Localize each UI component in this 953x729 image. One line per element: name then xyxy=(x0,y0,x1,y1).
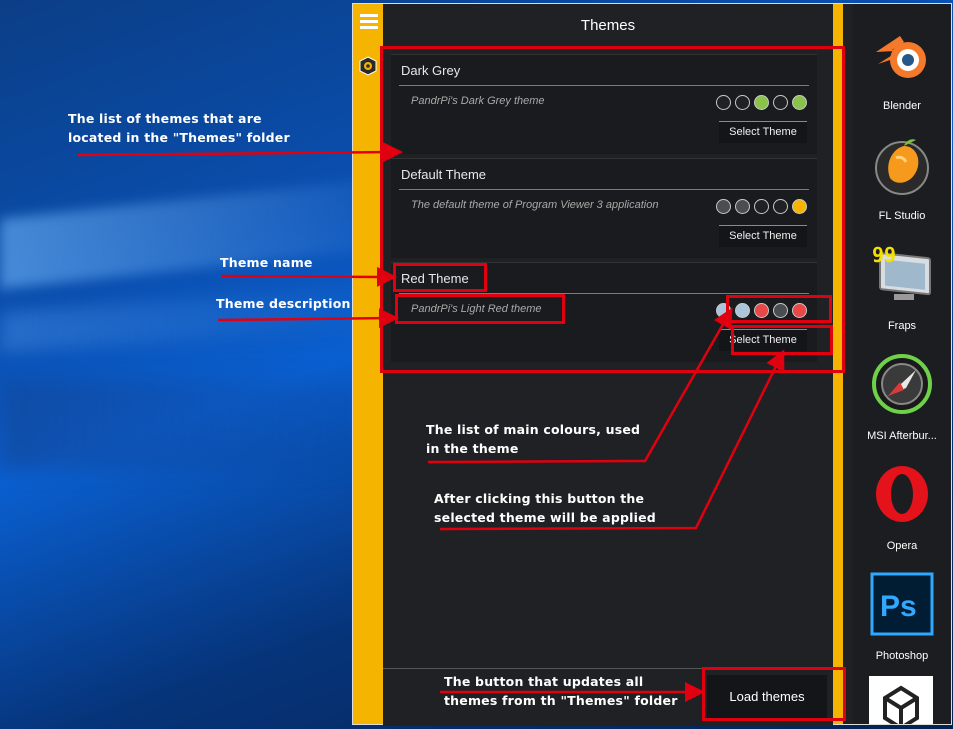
hamburger-menu-icon[interactable] xyxy=(360,14,378,30)
program-viewer-window: Themes Dark Grey PandrPi's Dark Grey the… xyxy=(352,3,952,726)
photoshop-logo-text: Ps xyxy=(880,590,917,623)
annotation-select-button: After clicking this button the selected … xyxy=(434,491,656,525)
page-title: Themes xyxy=(580,17,636,34)
select-theme-button[interactable]: Select Theme xyxy=(719,225,807,247)
blender-icon xyxy=(876,36,926,78)
divider xyxy=(399,189,809,190)
unity-icon xyxy=(883,685,919,724)
colour-swatch xyxy=(716,303,731,318)
theme-card-default: Default Theme The default theme of Progr… xyxy=(391,158,817,258)
theme-colour-swatches xyxy=(716,199,807,214)
theme-description: PandrPi's Dark Grey theme xyxy=(411,95,545,107)
colour-swatch xyxy=(754,303,769,318)
msi-afterburner-icon xyxy=(872,354,932,414)
unity-tile xyxy=(869,676,933,724)
colour-swatch xyxy=(773,95,788,110)
app-dock: Blender FL Studio 99 Fraps MSI Afterbur.… xyxy=(853,4,951,724)
dock-item-msi-afterburner[interactable]: MSI Afterbur... xyxy=(853,344,951,454)
divider xyxy=(399,293,809,294)
annotation-theme-list: The list of themes that are located in t… xyxy=(68,111,290,145)
colour-swatch xyxy=(792,303,807,318)
dock-item-unity[interactable] xyxy=(853,674,951,724)
dock-item-blender[interactable]: Blender xyxy=(853,14,951,124)
colour-swatch xyxy=(735,303,750,318)
theme-card-red: Red Theme PandrPi's Light Red theme Sele… xyxy=(391,262,817,362)
dock-item-label: FL Studio xyxy=(878,210,926,222)
dock-item-fraps[interactable]: 99 Fraps xyxy=(853,234,951,344)
colour-swatch xyxy=(754,95,769,110)
colour-swatch xyxy=(792,95,807,110)
themes-panel: Themes Dark Grey PandrPi's Dark Grey the… xyxy=(383,4,843,726)
wallpaper-light-ray xyxy=(0,181,360,289)
theme-card-dark-grey: Dark Grey PandrPi's Dark Grey theme Sele… xyxy=(391,54,817,154)
theme-description: PandrPi's Light Red theme xyxy=(411,303,542,315)
colour-swatch xyxy=(773,303,788,318)
theme-name: Default Theme xyxy=(401,167,487,182)
annotation-theme-name: Theme name xyxy=(220,255,313,270)
theme-colour-swatches xyxy=(716,303,807,318)
dock-item-fl-studio[interactable]: FL Studio xyxy=(853,124,951,234)
dock-item-photoshop[interactable]: Ps Photoshop xyxy=(853,564,951,674)
annotation-main-colours: The list of main colours, used in the th… xyxy=(426,422,641,456)
theme-colour-swatches xyxy=(716,95,807,110)
theme-name: Red Theme xyxy=(401,271,469,286)
colour-swatch xyxy=(716,95,731,110)
colour-swatch xyxy=(754,199,769,214)
divider xyxy=(399,85,809,86)
colour-swatch xyxy=(773,199,788,214)
left-sidebar xyxy=(353,4,383,724)
dock-item-label: Fraps xyxy=(887,320,917,332)
colour-swatch xyxy=(716,199,731,214)
select-theme-button[interactable]: Select Theme xyxy=(719,329,807,351)
fraps-icon: 99 xyxy=(872,243,931,300)
dock-item-label: Opera xyxy=(886,540,918,552)
dock-item-opera[interactable]: Opera xyxy=(853,454,951,564)
settings-gear-icon[interactable] xyxy=(358,56,378,76)
opera-icon xyxy=(876,466,928,522)
colour-swatch xyxy=(735,95,750,110)
fraps-number: 99 xyxy=(872,243,896,267)
divider xyxy=(383,46,833,47)
theme-description: The default theme of Program Viewer 3 ap… xyxy=(411,199,659,211)
dock-item-label: Photoshop xyxy=(875,650,929,662)
dock-item-label: Blender xyxy=(883,100,921,112)
wallpaper-shadow xyxy=(0,380,360,470)
annotation-theme-description: Theme description xyxy=(216,296,351,311)
dock-item-label: MSI Afterbur... xyxy=(867,430,937,442)
theme-name: Dark Grey xyxy=(401,63,461,78)
load-themes-button[interactable]: Load themes xyxy=(707,675,827,719)
fl-studio-icon xyxy=(875,139,929,195)
colour-swatch xyxy=(792,199,807,214)
colour-swatch xyxy=(735,199,750,214)
select-theme-button[interactable]: Select Theme xyxy=(719,121,807,143)
photoshop-icon: Ps xyxy=(870,572,934,636)
annotation-load-button: The button that updates all themes from … xyxy=(444,674,678,708)
